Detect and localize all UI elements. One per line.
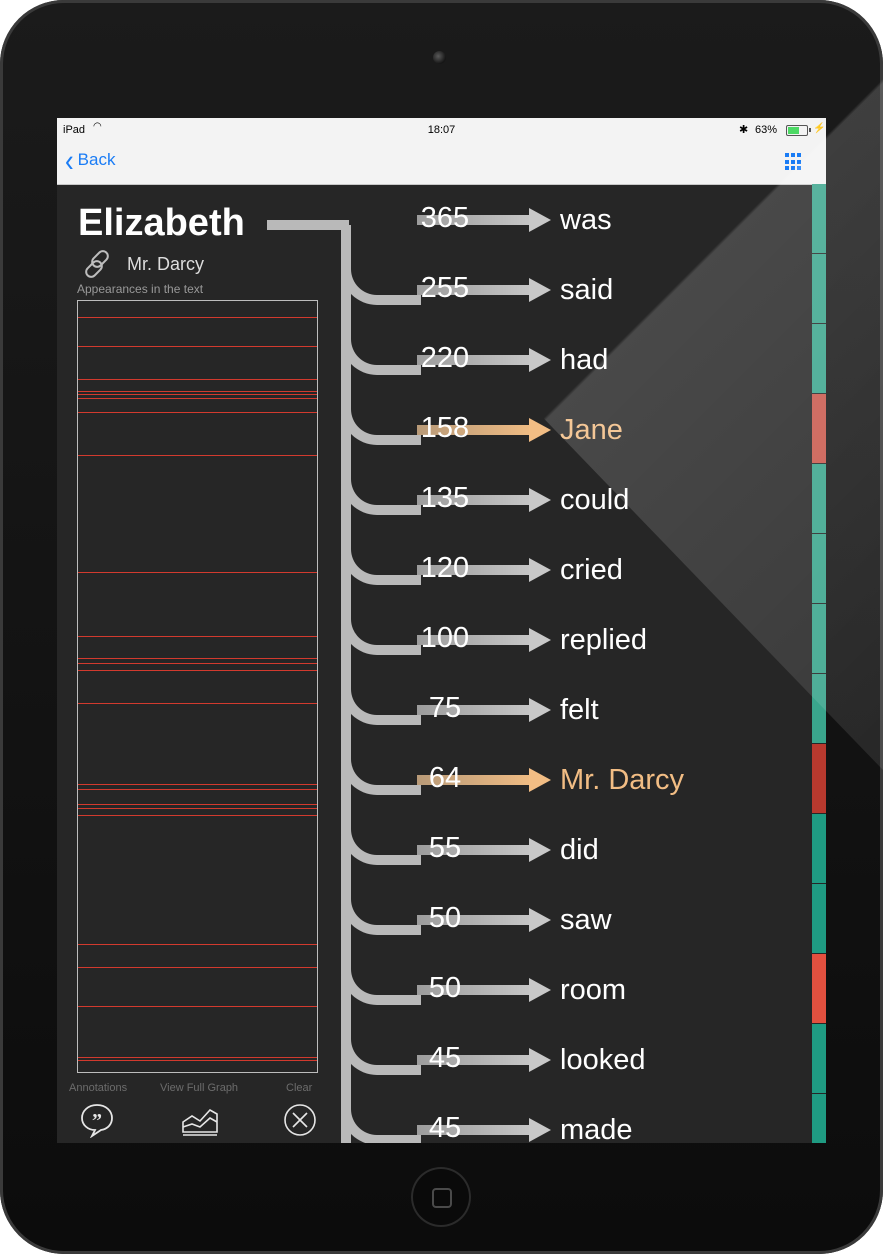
category-tag (812, 1024, 826, 1093)
word-count: 50 (428, 902, 462, 934)
word-row[interactable]: 255 said (57, 254, 826, 324)
arrow-icon (529, 628, 551, 652)
back-button[interactable]: ‹ Back (65, 142, 116, 178)
category-tag (812, 184, 826, 253)
back-label: Back (77, 150, 116, 169)
word-count: 220 (420, 342, 470, 374)
category-tag (812, 884, 826, 953)
arrow-icon (529, 1118, 551, 1142)
arrow-icon (529, 1048, 551, 1072)
word-count: 100 (420, 622, 470, 654)
word-label[interactable]: did (560, 834, 599, 867)
arrow-icon (529, 208, 551, 232)
word-count: 75 (428, 692, 462, 724)
word-row[interactable]: 64 Mr. Darcy (57, 744, 826, 814)
arrow-icon (529, 488, 551, 512)
screen: iPad ◠ 18:07 ✱ 63% ⚡ ‹ Back Elizabeth Mr… (57, 118, 826, 1143)
word-count: 365 (420, 202, 470, 234)
battery-icon (786, 125, 811, 136)
word-label[interactable]: looked (560, 1044, 645, 1077)
word-count: 45 (428, 1112, 462, 1143)
chevron-left-icon: ‹ (65, 142, 74, 178)
word-row[interactable]: 120 cried (57, 534, 826, 604)
word-count: 158 (420, 412, 470, 444)
word-row[interactable]: 45 looked (57, 1024, 826, 1094)
category-tag (812, 744, 826, 813)
word-label[interactable]: cried (560, 554, 623, 587)
word-count: 64 (428, 762, 462, 794)
category-tag (812, 324, 826, 393)
word-row[interactable]: 158 Jane (57, 394, 826, 464)
word-label[interactable]: felt (560, 694, 599, 727)
category-tag (812, 394, 826, 463)
word-label[interactable]: room (560, 974, 626, 1007)
navigation-bar: ‹ Back (57, 142, 826, 185)
word-label[interactable]: was (560, 204, 612, 237)
category-tag (812, 1094, 826, 1143)
category-tag (812, 604, 826, 673)
word-label[interactable]: Jane (560, 414, 623, 447)
word-count: 135 (420, 482, 470, 514)
arrow-icon (529, 838, 551, 862)
word-row[interactable]: 50 room (57, 954, 826, 1024)
category-strip (812, 184, 826, 1143)
category-tag (812, 814, 826, 883)
word-row[interactable]: 55 did (57, 814, 826, 884)
category-tag (812, 954, 826, 1023)
word-count: 255 (420, 272, 470, 304)
home-button[interactable] (411, 1167, 471, 1227)
arrow-icon (529, 348, 551, 372)
status-bar: iPad ◠ 18:07 ✱ 63% ⚡ (57, 118, 826, 142)
bluetooth-icon: ✱ (739, 124, 749, 136)
grid-menu-icon[interactable] (785, 153, 803, 171)
arrow-icon (529, 698, 551, 722)
category-tag (812, 254, 826, 323)
arrow-icon (529, 278, 551, 302)
word-label[interactable]: had (560, 344, 608, 377)
word-count: 50 (428, 972, 462, 1004)
arrow-icon (529, 558, 551, 582)
word-count: 45 (428, 1042, 462, 1074)
arrow-icon (529, 908, 551, 932)
arrow-icon (529, 418, 551, 442)
word-count: 120 (420, 552, 470, 584)
front-camera (433, 51, 446, 64)
arrow-icon (529, 768, 551, 792)
status-time: 18:07 (427, 124, 456, 136)
category-tag (812, 674, 826, 743)
word-label[interactable]: Mr. Darcy (560, 764, 684, 797)
word-row[interactable]: 220 had (57, 324, 826, 394)
category-tag (812, 464, 826, 533)
battery-percent: 63% (755, 124, 778, 136)
word-label[interactable]: saw (560, 904, 612, 937)
word-count: 55 (428, 832, 462, 864)
charging-icon: ⚡ (813, 123, 826, 134)
arrow-icon (529, 978, 551, 1002)
word-label[interactable]: made (560, 1114, 633, 1143)
word-row[interactable]: 75 felt (57, 674, 826, 744)
word-row[interactable]: 135 could (57, 464, 826, 534)
word-label[interactable]: could (560, 484, 629, 517)
word-label[interactable]: said (560, 274, 613, 307)
word-label[interactable]: replied (560, 624, 647, 657)
word-row[interactable]: 365 was (57, 184, 826, 254)
word-row[interactable]: 100 replied (57, 604, 826, 674)
ipad-frame: iPad ◠ 18:07 ✱ 63% ⚡ ‹ Back Elizabeth Mr… (0, 0, 883, 1254)
word-row[interactable]: 50 saw (57, 884, 826, 954)
main-content: Elizabeth Mr. Darcy Appearances in the t… (57, 184, 826, 1143)
category-tag (812, 534, 826, 603)
word-row[interactable]: 45 made (57, 1094, 826, 1143)
